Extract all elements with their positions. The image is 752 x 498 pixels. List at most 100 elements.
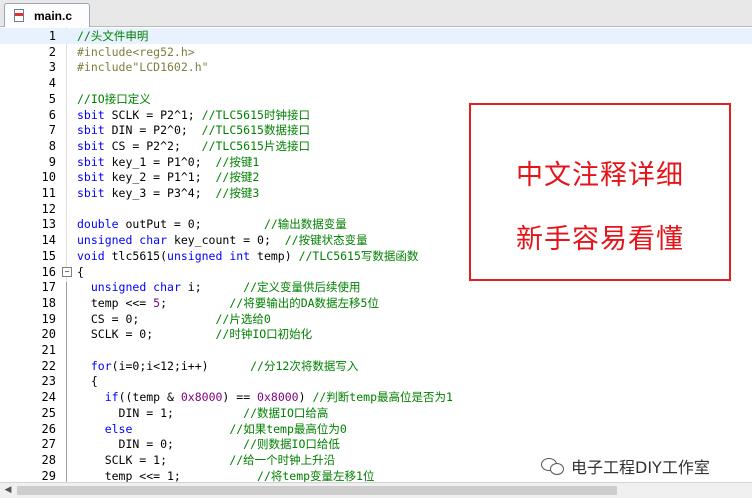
- c-file-icon: [14, 8, 26, 23]
- code-token: sbit: [77, 138, 105, 153]
- code-token: //分12次将数据写入: [250, 358, 359, 373]
- code-token: SCLK = 0;: [77, 327, 216, 342]
- code-text: SCLK = 1; //给一个时钟上升沿: [77, 452, 336, 468]
- code-text: sbit SCLK = P2^1; //TLC5615时钟接口: [77, 107, 310, 123]
- line-number: 15: [41, 248, 56, 263]
- code-text: //IO接口定义: [77, 91, 151, 107]
- code-token: SCLK = P2^1;: [104, 107, 202, 122]
- line-number: 9: [48, 154, 56, 169]
- line-number: 29: [41, 468, 56, 482]
- code-token: key_count = 0;: [167, 233, 285, 248]
- scrollbar-thumb[interactable]: [17, 486, 617, 495]
- code-token: //IO接口定义: [77, 91, 151, 106]
- code-token: //判断temp最高位是否为1: [312, 390, 453, 405]
- code-text: temp <<= 5; //将要输出的DA数据左移5位: [77, 295, 379, 311]
- line-number: 8: [48, 138, 56, 153]
- code-text: unsigned char key_count = 0; //按键状态变量: [77, 232, 368, 248]
- code-token: //将temp变量左移1位: [257, 468, 375, 482]
- code-line[interactable]: 3 #include"LCD1602.h": [0, 59, 752, 75]
- tab-label: main.c: [34, 8, 73, 23]
- line-number: 11: [41, 186, 56, 200]
- line-number: 23: [41, 374, 56, 389]
- annotation-callout: 中文注释详细 新手容易看懂: [469, 103, 731, 281]
- code-token: //按键1: [215, 154, 260, 169]
- line-number: 16: [41, 264, 56, 279]
- line-number: 14: [41, 233, 56, 248]
- code-line[interactable]: 17 unsigned char i; //定义变量供后续使用: [0, 279, 752, 295]
- code-line[interactable]: 24 if((temp & 0x8000) == 0x8000) //判断tem…: [0, 389, 752, 405]
- code-line[interactable]: 26 else //如果temp最高位为0: [0, 421, 752, 437]
- code-text: //头文件申明: [77, 28, 148, 44]
- code-text: for(i=0;i<12;i++) //分12次将数据写入: [77, 358, 358, 374]
- line-number: 25: [41, 405, 56, 420]
- line-number: 4: [48, 76, 56, 91]
- code-token: //时钟IO口初始化: [215, 327, 313, 342]
- code-token: else: [104, 421, 133, 436]
- code-text: sbit key_3 = P3^4; //按键3: [77, 185, 259, 201]
- horizontal-scrollbar[interactable]: ◀: [0, 482, 752, 498]
- code-token: {: [77, 374, 98, 389]
- line-number: 21: [41, 343, 56, 357]
- code-token: //将要输出的DA数据左移5位: [229, 295, 379, 310]
- code-line[interactable]: 21: [0, 342, 752, 358]
- line-number: 27: [41, 437, 56, 452]
- watermark: 电子工程DIY工作室: [537, 452, 714, 480]
- code-token: //头文件申明: [77, 29, 149, 43]
- code-text: sbit DIN = P2^0; //TLC5615数据接口: [77, 122, 310, 138]
- code-token: //TLC5615数据接口: [201, 123, 310, 138]
- code-line[interactable]: 18 temp <<= 5; //将要输出的DA数据左移5位: [0, 295, 752, 311]
- code-token: sbit: [77, 107, 105, 122]
- code-token: //按键2: [215, 170, 260, 185]
- code-line[interactable]: 23 {: [0, 373, 752, 389]
- code-token: {: [77, 264, 84, 279]
- code-line[interactable]: 25 DIN = 1; //数据IO口给高: [0, 405, 752, 421]
- scroll-left-icon[interactable]: ◀: [2, 485, 14, 496]
- code-token: //TLC5615时钟接口: [201, 107, 310, 122]
- line-number: 6: [48, 107, 56, 122]
- code-token: sbit: [77, 123, 105, 138]
- code-token: CS = P2^2;: [104, 138, 202, 153]
- code-line[interactable]: 20 SCLK = 0; //时钟IO口初始化: [0, 326, 752, 342]
- code-line[interactable]: 1 //头文件申明: [0, 28, 752, 44]
- watermark-text: 电子工程DIY工作室: [571, 458, 710, 477]
- code-token: tlc5615(: [104, 248, 168, 263]
- code-line[interactable]: 27 DIN = 0; //则数据IO口给低: [0, 436, 752, 452]
- code-token: //如果temp最高位为0: [229, 421, 347, 436]
- code-token: //数据IO口给高: [243, 405, 329, 420]
- code-line[interactable]: 4: [0, 75, 752, 91]
- code-token: 0x8000: [180, 390, 223, 405]
- code-token: temp <<=: [77, 295, 154, 310]
- line-number: 19: [41, 311, 56, 326]
- tab-main-c[interactable]: main.c: [4, 3, 90, 27]
- code-token: //给一个时钟上升沿: [229, 452, 336, 467]
- code-text: sbit CS = P2^2; //TLC5615片选接口: [77, 138, 310, 154]
- code-token: #include"LCD1602.h": [77, 60, 209, 75]
- fold-toggle-icon[interactable]: −: [62, 266, 72, 277]
- code-text: {: [77, 373, 98, 389]
- code-token: //定义变量供后续使用: [243, 280, 361, 295]
- code-line[interactable]: 19 CS = 0; //片选给0: [0, 311, 752, 327]
- code-text: #include"LCD1602.h": [77, 59, 209, 75]
- code-text: double outPut = 0; //输出数据变量: [77, 216, 347, 232]
- code-text: SCLK = 0; //时钟IO口初始化: [77, 326, 312, 342]
- line-number: 17: [41, 280, 56, 295]
- code-text: else //如果temp最高位为0: [77, 421, 347, 437]
- code-text: unsigned char i; //定义变量供后续使用: [77, 279, 361, 295]
- code-line[interactable]: 22 for(i=0;i<12;i++) //分12次将数据写入: [0, 358, 752, 374]
- line-number: 12: [41, 201, 56, 216]
- tab-bar: main.c: [0, 0, 752, 27]
- code-line[interactable]: 2 #include<reg52.h>: [0, 44, 752, 60]
- code-text: sbit key_2 = P1^1; //按键2: [77, 169, 259, 185]
- code-token: void: [77, 248, 105, 263]
- code-token: #include<reg52.h>: [77, 44, 195, 59]
- code-token: key_2 = P1^1;: [104, 170, 216, 185]
- code-text: DIN = 1; //数据IO口给高: [77, 405, 329, 421]
- code-token: //TLC5615写数据函数: [298, 248, 419, 263]
- code-text: sbit key_1 = P1^0; //按键1: [77, 154, 259, 170]
- callout-line-1: 中文注释详细: [516, 160, 684, 191]
- code-token: sbit: [77, 186, 105, 200]
- line-number: 26: [41, 421, 56, 436]
